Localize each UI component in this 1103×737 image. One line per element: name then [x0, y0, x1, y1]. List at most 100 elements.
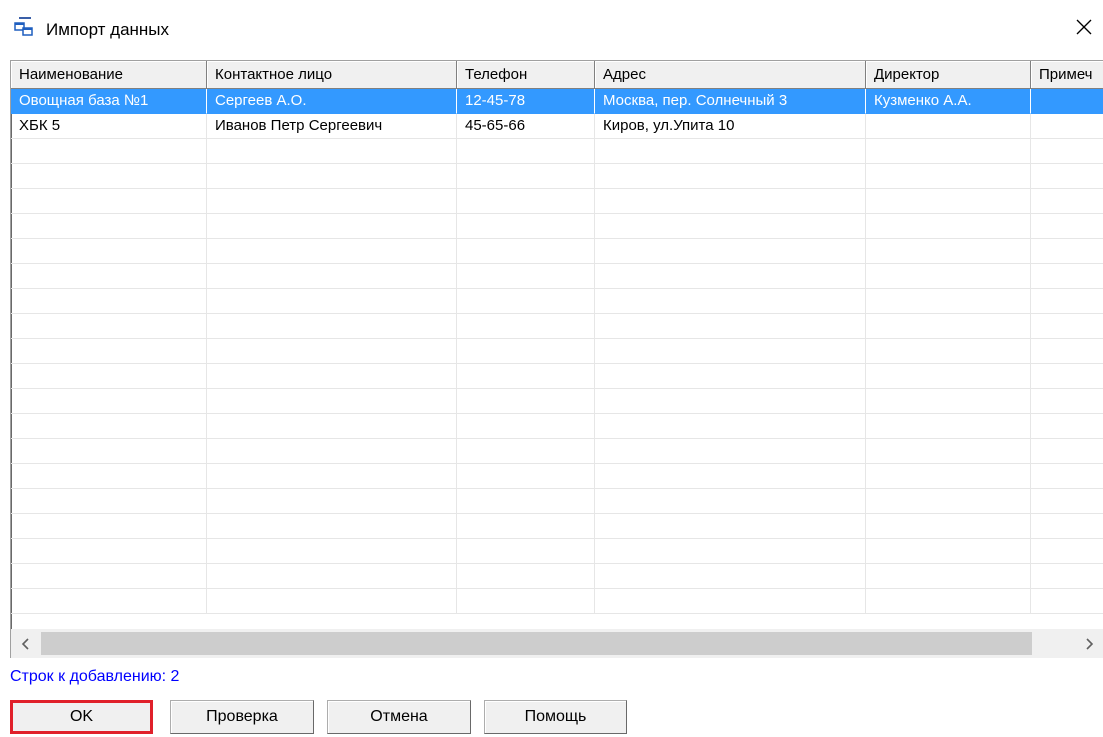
empty-row[interactable] — [11, 264, 1103, 289]
table-cell[interactable] — [1031, 189, 1103, 214]
empty-row[interactable] — [11, 539, 1103, 564]
table-cell[interactable] — [207, 364, 457, 389]
table-cell[interactable] — [457, 414, 595, 439]
table-cell[interactable]: Кузменко А.А. — [866, 89, 1031, 114]
table-cell[interactable] — [595, 264, 866, 289]
table-cell[interactable] — [1031, 514, 1103, 539]
empty-row[interactable] — [11, 239, 1103, 264]
table-cell[interactable] — [866, 464, 1031, 489]
table-cell[interactable] — [207, 514, 457, 539]
table-cell[interactable] — [11, 414, 207, 439]
table-cell[interactable] — [11, 289, 207, 314]
table-cell[interactable] — [866, 539, 1031, 564]
table-cell[interactable] — [11, 589, 207, 614]
table-cell[interactable] — [11, 264, 207, 289]
table-cell[interactable] — [207, 264, 457, 289]
table-cell[interactable] — [1031, 139, 1103, 164]
table-cell[interactable] — [595, 164, 866, 189]
empty-row[interactable] — [11, 289, 1103, 314]
table-cell[interactable] — [11, 564, 207, 589]
empty-row[interactable] — [11, 339, 1103, 364]
empty-row[interactable] — [11, 314, 1103, 339]
table-cell[interactable] — [207, 239, 457, 264]
table-cell[interactable] — [457, 139, 595, 164]
table-cell[interactable] — [866, 189, 1031, 214]
table-cell[interactable] — [595, 314, 866, 339]
table-cell[interactable] — [866, 439, 1031, 464]
table-cell[interactable] — [1031, 564, 1103, 589]
ok-button[interactable]: OK — [10, 700, 153, 734]
table-cell[interactable] — [595, 214, 866, 239]
table-cell[interactable] — [457, 239, 595, 264]
table-cell[interactable] — [595, 414, 866, 439]
table-cell[interactable] — [207, 389, 457, 414]
table-cell[interactable] — [1031, 439, 1103, 464]
table-cell[interactable] — [866, 314, 1031, 339]
table-cell[interactable] — [207, 539, 457, 564]
table-cell[interactable] — [866, 414, 1031, 439]
table-cell[interactable] — [1031, 589, 1103, 614]
table-cell[interactable]: 45-65-66 — [457, 114, 595, 139]
table-cell[interactable] — [457, 564, 595, 589]
empty-row[interactable] — [11, 589, 1103, 614]
table-cell[interactable] — [595, 439, 866, 464]
empty-row[interactable] — [11, 139, 1103, 164]
empty-row[interactable] — [11, 489, 1103, 514]
table-cell[interactable] — [1031, 289, 1103, 314]
table-cell[interactable] — [11, 139, 207, 164]
table-cell[interactable] — [866, 264, 1031, 289]
table-cell[interactable] — [11, 239, 207, 264]
table-cell[interactable] — [1031, 164, 1103, 189]
table-cell[interactable] — [11, 214, 207, 239]
table-cell[interactable] — [1031, 239, 1103, 264]
table-cell[interactable] — [207, 214, 457, 239]
table-cell[interactable] — [207, 589, 457, 614]
table-cell[interactable] — [457, 314, 595, 339]
table-cell[interactable]: Сергеев А.О. — [207, 89, 457, 114]
table-cell[interactable] — [11, 464, 207, 489]
table-cell[interactable] — [866, 589, 1031, 614]
table-cell[interactable] — [457, 489, 595, 514]
table-cell[interactable] — [595, 564, 866, 589]
table-cell[interactable] — [457, 514, 595, 539]
table-cell[interactable] — [207, 489, 457, 514]
table-cell[interactable] — [595, 514, 866, 539]
table-cell[interactable] — [11, 439, 207, 464]
table-cell[interactable] — [207, 189, 457, 214]
empty-row[interactable] — [11, 514, 1103, 539]
table-cell[interactable] — [11, 389, 207, 414]
table-cell[interactable] — [1031, 539, 1103, 564]
table-cell[interactable] — [595, 339, 866, 364]
table-cell[interactable] — [207, 414, 457, 439]
empty-row[interactable] — [11, 439, 1103, 464]
table-cell[interactable] — [1031, 489, 1103, 514]
table-cell[interactable] — [207, 314, 457, 339]
table-cell[interactable] — [1031, 214, 1103, 239]
table-cell[interactable] — [207, 464, 457, 489]
data-grid[interactable]: Наименование Контактное лицо Телефон Адр… — [10, 60, 1103, 658]
table-cell[interactable] — [11, 489, 207, 514]
check-button[interactable]: Проверка — [170, 700, 314, 734]
table-cell[interactable] — [11, 364, 207, 389]
table-cell[interactable] — [1031, 89, 1103, 114]
table-cell[interactable] — [866, 364, 1031, 389]
column-header-address[interactable]: Адрес — [595, 61, 866, 89]
table-cell[interactable]: ХБК 5 — [11, 114, 207, 139]
table-cell[interactable] — [1031, 414, 1103, 439]
column-header-name[interactable]: Наименование — [11, 61, 207, 89]
column-header-director[interactable]: Директор — [866, 61, 1031, 89]
table-cell[interactable] — [207, 139, 457, 164]
table-cell[interactable] — [11, 314, 207, 339]
table-cell[interactable] — [595, 139, 866, 164]
table-cell[interactable] — [866, 289, 1031, 314]
table-cell[interactable]: Овощная база №1 — [11, 89, 207, 114]
table-cell[interactable]: Москва, пер. Солнечный 3 — [595, 89, 866, 114]
table-cell[interactable] — [457, 164, 595, 189]
table-row[interactable]: Овощная база №1 Сергеев А.О. 12-45-78 Москв… — [11, 89, 1103, 114]
table-cell[interactable] — [595, 464, 866, 489]
table-cell[interactable] — [1031, 464, 1103, 489]
table-cell[interactable] — [866, 164, 1031, 189]
horizontal-scrollbar[interactable] — [11, 629, 1103, 658]
table-cell[interactable] — [595, 539, 866, 564]
close-icon[interactable] — [1070, 13, 1098, 41]
